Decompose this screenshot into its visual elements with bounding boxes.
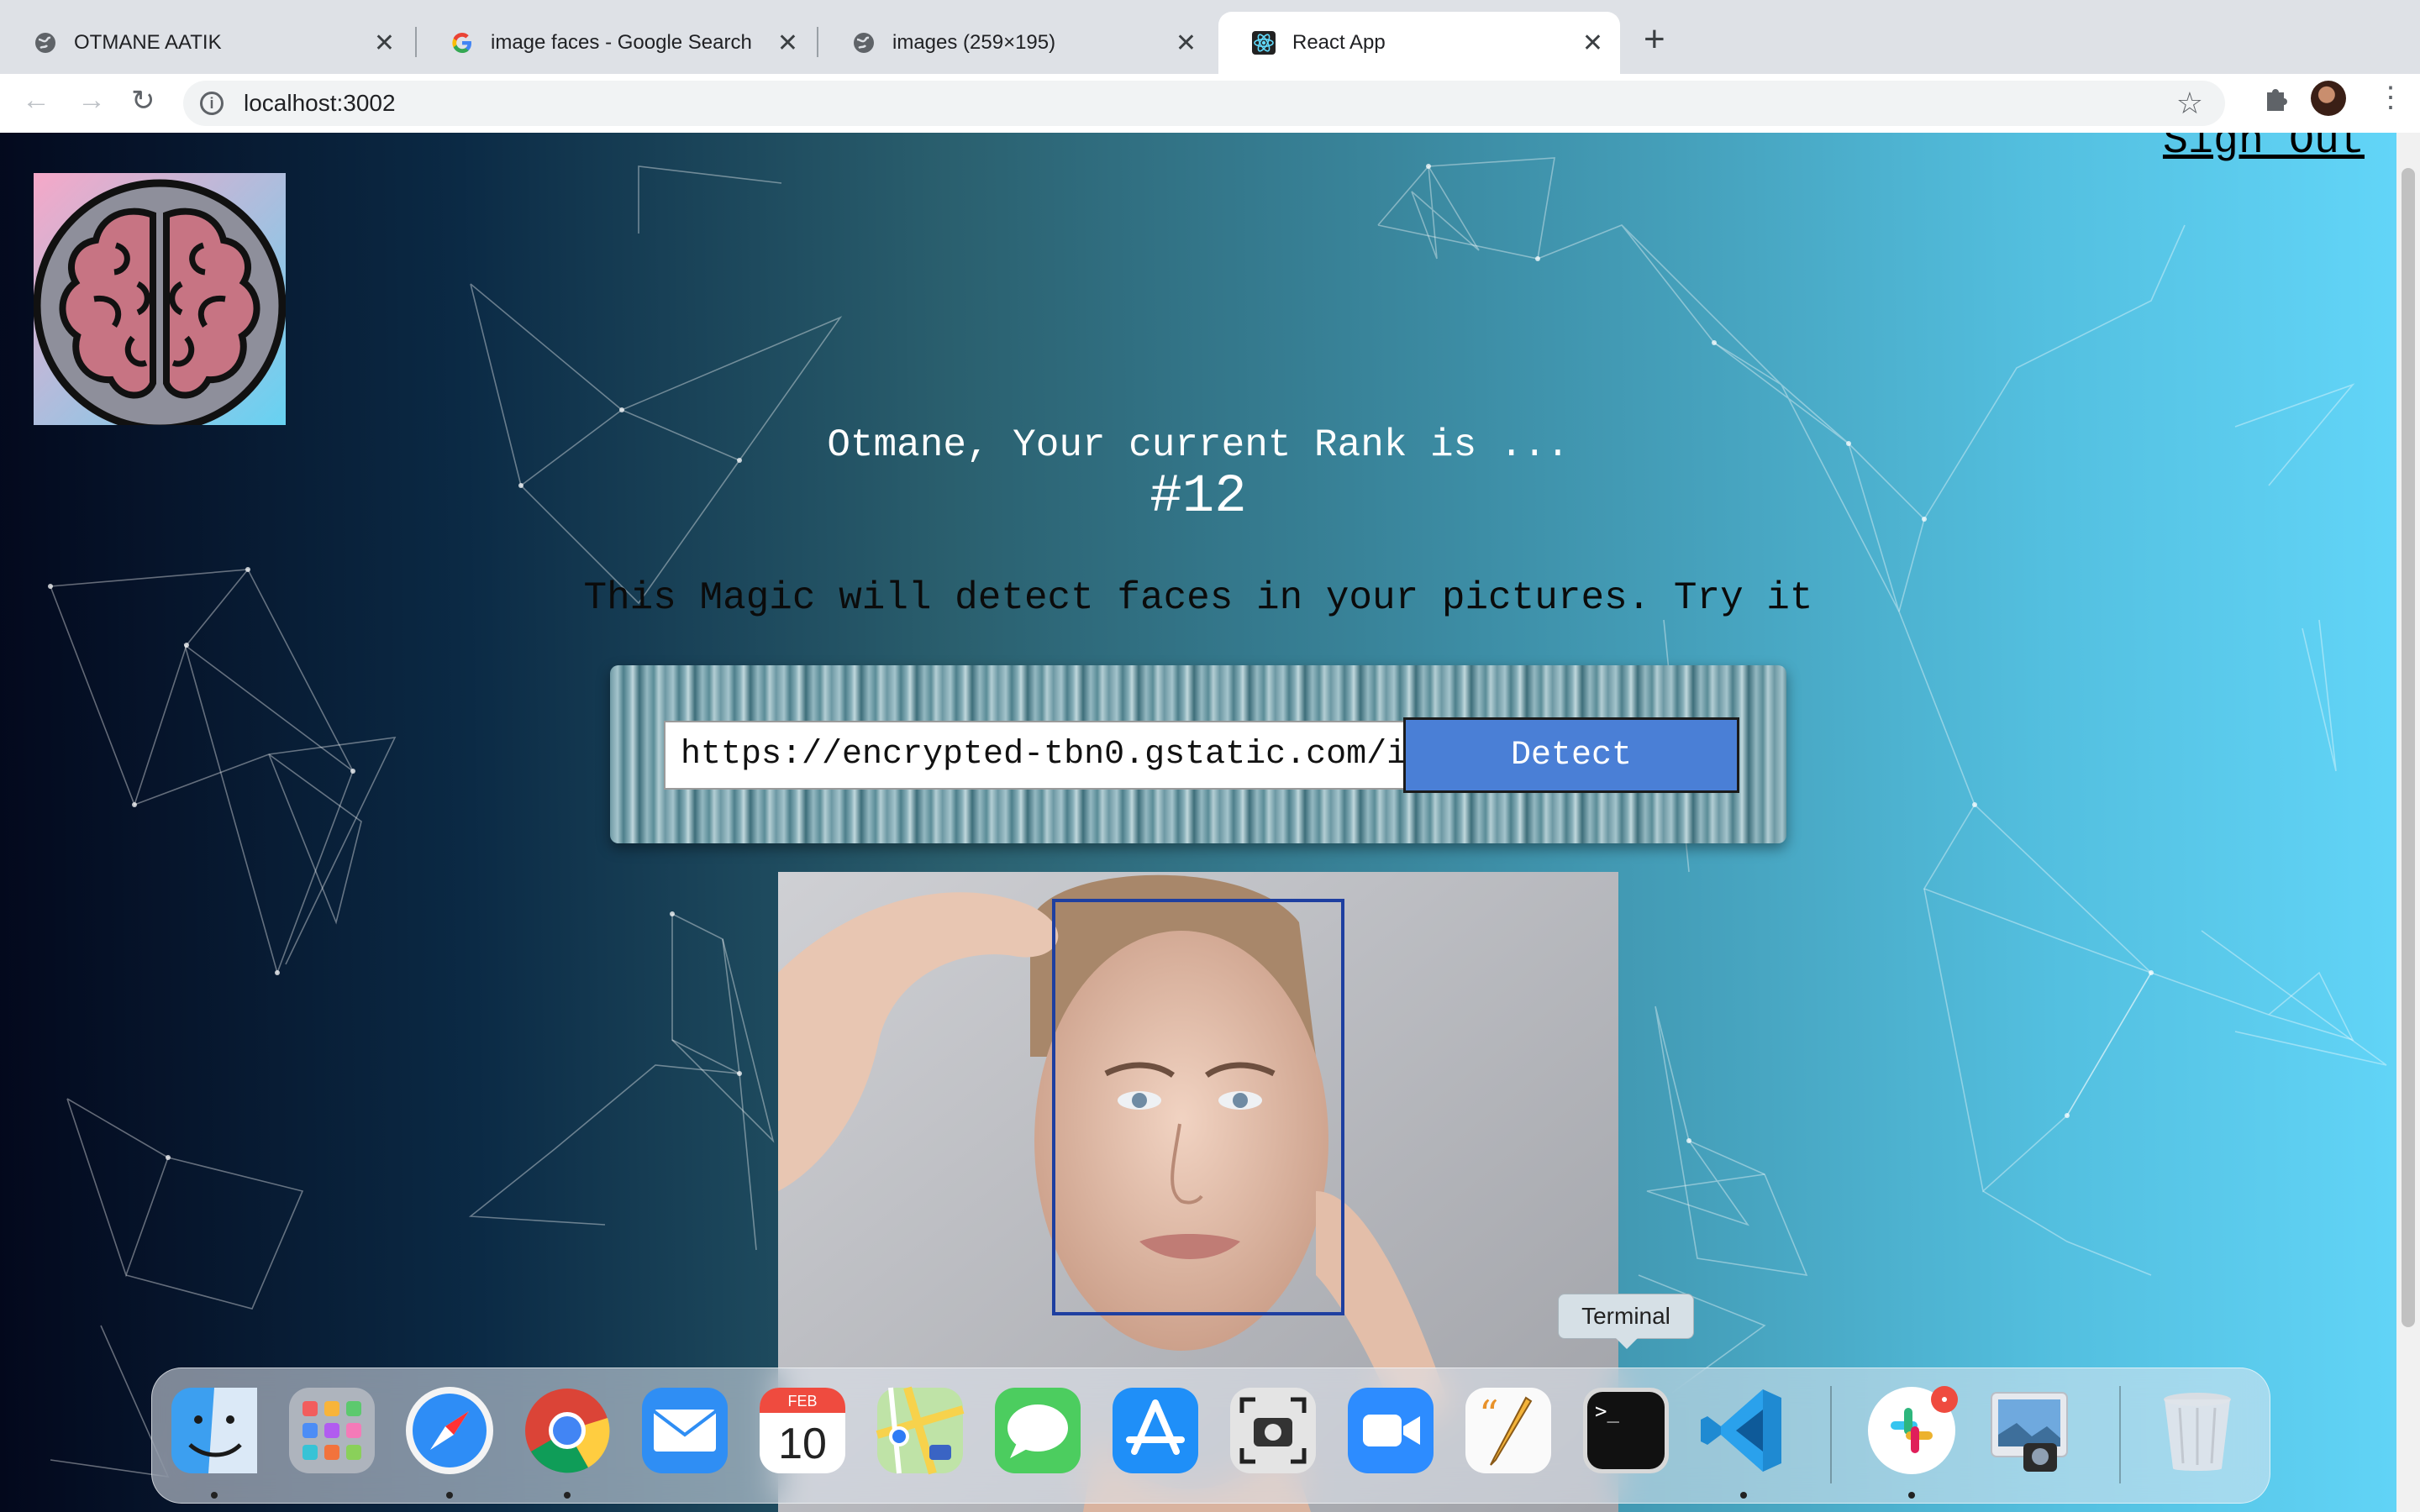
vscode-icon[interactable] — [1697, 1384, 1790, 1477]
app-store-icon[interactable] — [1109, 1384, 1202, 1477]
tab-google-search[interactable]: image faces - Google Search ✕ — [417, 12, 815, 74]
brain-logo — [33, 173, 287, 433]
tab-react-app[interactable]: React App ✕ — [1218, 12, 1620, 74]
extensions-puzzle-icon[interactable] — [2260, 84, 2291, 114]
mail-icon[interactable] — [639, 1384, 731, 1477]
brain-icon — [33, 179, 287, 433]
forward-arrow-icon[interactable]: → — [77, 84, 106, 117]
tab-otmane-aatik[interactable]: OTMANE AATIK ✕ — [0, 12, 412, 74]
running-indicator — [211, 1492, 218, 1499]
messages-icon[interactable] — [992, 1384, 1084, 1477]
launchpad-icon[interactable] — [286, 1384, 378, 1477]
maps-icon[interactable] — [874, 1384, 966, 1477]
address-url[interactable]: localhost:3002 — [244, 90, 396, 117]
new-tab-button[interactable]: + — [1644, 18, 1665, 60]
browser-toolbar: ← → ↻ i localhost:3002 ☆ — [0, 74, 2420, 134]
site-info-icon[interactable]: i — [200, 92, 224, 115]
safari-icon[interactable] — [403, 1384, 496, 1477]
image-url-input[interactable]: https://encrypted-tbn0.gstatic.com/i — [664, 721, 1407, 790]
zoom-icon[interactable] — [1344, 1384, 1437, 1477]
back-arrow-icon[interactable]: ← — [22, 84, 50, 117]
slack-icon[interactable] — [1865, 1384, 1958, 1477]
bookmark-star-icon[interactable]: ☆ — [2176, 86, 2203, 121]
google-icon — [452, 33, 471, 53]
pages-icon[interactable]: “ — [1462, 1384, 1555, 1477]
close-tab-icon[interactable]: ✕ — [1176, 29, 1197, 58]
tab-images[interactable]: images (259×195) ✕ — [818, 12, 1213, 74]
dock-tooltip: Terminal — [1558, 1294, 1694, 1339]
screenshot-icon[interactable] — [1227, 1384, 1319, 1477]
sign-out-link[interactable]: Sign Out — [2163, 133, 2365, 165]
address-bar[interactable]: i localhost:3002 ☆ — [183, 81, 2225, 126]
dock-divider — [2119, 1386, 2121, 1483]
close-tab-icon[interactable]: ✕ — [1582, 29, 1603, 58]
running-indicator — [446, 1492, 453, 1499]
chrome-icon[interactable] — [521, 1384, 613, 1477]
calendar-icon[interactable]: FEB 10 — [756, 1384, 849, 1477]
tab-title: image faces - Google Search — [491, 31, 752, 54]
tab-title: images (259×195) — [892, 31, 1056, 54]
running-indicator — [1740, 1492, 1747, 1499]
reload-icon[interactable]: ↻ — [131, 84, 155, 118]
calendar-day: 10 — [778, 1420, 827, 1468]
rank-message: Otmane, Your current Rank is ... — [827, 423, 1570, 467]
react-icon — [1252, 31, 1276, 55]
svg-text:“: “ — [1479, 1392, 1499, 1437]
rank-value: #12 — [1150, 467, 1247, 528]
calendar-month: FEB — [787, 1393, 817, 1410]
trash-icon[interactable] — [2151, 1384, 2244, 1477]
dock-tooltip-arrow — [1615, 1337, 1639, 1349]
globe-icon — [854, 33, 874, 53]
running-indicator — [1908, 1492, 1915, 1499]
scrollbar-thumb[interactable] — [2402, 168, 2415, 1327]
running-indicator — [564, 1492, 571, 1499]
close-tab-icon[interactable]: ✕ — [374, 29, 395, 58]
dock-divider — [1830, 1386, 1832, 1483]
detect-button[interactable]: Detect — [1403, 717, 1739, 793]
tab-title: React App — [1292, 31, 1386, 54]
globe-icon — [35, 33, 55, 53]
preview-icon[interactable] — [1983, 1384, 2075, 1477]
face-bounding-box — [1052, 899, 1344, 1315]
svg-text:>_: >_ — [1595, 1399, 1619, 1423]
image-link-form: https://encrypted-tbn0.gstatic.com/i Det… — [610, 665, 1786, 843]
finder-icon[interactable] — [168, 1384, 260, 1477]
close-tab-icon[interactable]: ✕ — [777, 29, 798, 58]
page-viewport: Sign Out Otmane, Your current Rank is ..… — [0, 133, 2396, 1512]
terminal-icon[interactable]: >_ — [1580, 1384, 1672, 1477]
profile-avatar[interactable] — [2311, 81, 2346, 116]
tagline: This Magic will detect faces in your pic… — [583, 576, 1813, 620]
tab-title: OTMANE AATIK — [74, 31, 222, 54]
menu-kebab-icon[interactable]: ⋮ — [2376, 81, 2405, 114]
tab-strip: OTMANE AATIK ✕ image faces - Google Sear… — [0, 0, 2420, 74]
